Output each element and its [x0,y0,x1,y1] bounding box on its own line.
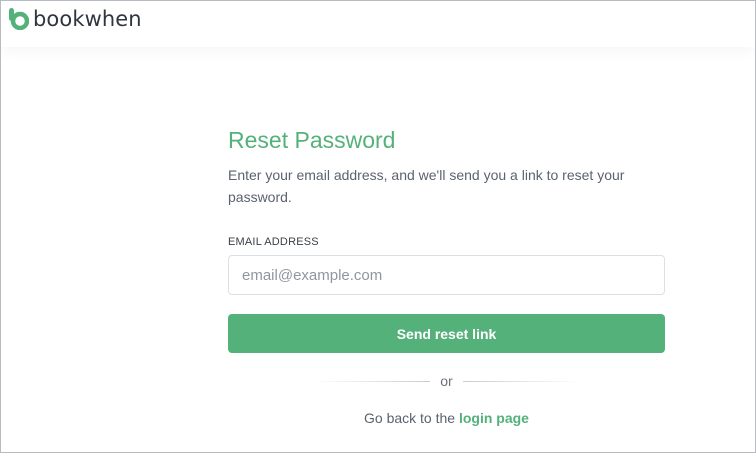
back-prefix: Go back to the [364,410,456,426]
page-frame: bookwhen Reset Password Enter your email… [0,0,756,453]
divider-text: or [440,373,453,389]
brand-logo[interactable]: bookwhen [9,7,142,31]
page-title: Reset Password [228,127,396,153]
divider-line-right [462,380,581,382]
login-page-link[interactable]: login page [459,410,529,426]
back-to-login: Go back to the login page [228,410,665,426]
or-divider: or [228,373,665,389]
email-input[interactable] [228,255,665,295]
reset-password-form: Reset Password Enter your email address,… [228,125,665,426]
divider-line-left [312,380,431,382]
brand-name: bookwhen [33,7,142,31]
form-description: Enter your email address, and we'll send… [228,167,625,205]
email-label: EMAIL ADDRESS [228,236,319,248]
header: bookwhen [1,1,755,47]
bookwhen-logo-icon [9,8,29,30]
send-reset-link-button[interactable]: Send reset link [228,314,665,353]
